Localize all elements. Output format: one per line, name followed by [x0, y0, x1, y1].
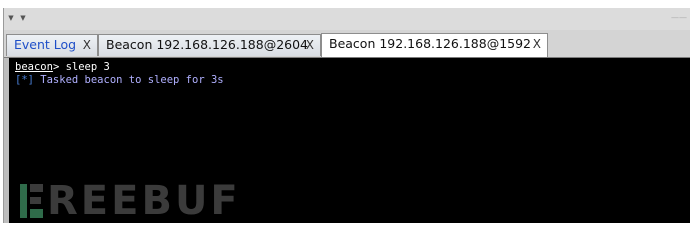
tab-label: Beacon 192.168.126.188@2604	[106, 37, 309, 52]
close-icon[interactable]: X	[533, 34, 541, 54]
watermark-text: REEBUF	[47, 178, 241, 223]
output-line: [*] Tasked beacon to sleep for 3s	[15, 74, 224, 87]
app-root: ▼ ▼ —— Event Log X Beacon 192.168.126.18…	[0, 0, 690, 223]
tab-beacon-2604[interactable]: Beacon 192.168.126.188@2604 X	[98, 34, 321, 56]
command-text: sleep 3	[59, 61, 110, 73]
tab-bar: Event Log X Beacon 192.168.126.188@2604 …	[4, 30, 690, 58]
cobalt-strike-window: ▼ ▼ —— Event Log X Beacon 192.168.126.18…	[3, 8, 690, 223]
output-text: Tasked beacon to sleep for 3s	[33, 74, 224, 86]
close-icon[interactable]: X	[306, 35, 314, 55]
watermark: REEBUF	[17, 176, 238, 223]
close-icon[interactable]: X	[83, 35, 91, 55]
tab-event-log[interactable]: Event Log X	[6, 34, 98, 56]
tab-label: Event Log	[14, 37, 77, 52]
chevron-down-icon[interactable]: ▼	[6, 14, 16, 22]
tab-beacon-1592[interactable]: Beacon 192.168.126.188@1592 X	[321, 33, 548, 57]
info-marker: [*]	[15, 74, 34, 86]
cropped-header	[0, 0, 690, 8]
chevron-down-icon[interactable]: ▼	[18, 14, 28, 22]
window-control-icon[interactable]: ——	[661, 14, 687, 22]
command-line: beacon> sleep 3	[15, 61, 110, 74]
freebuf-logo-icon	[20, 184, 43, 218]
tab-label: Beacon 192.168.126.188@1592	[329, 36, 532, 51]
beacon-console[interactable]: beacon> sleep 3 [*] Tasked beacon to sle…	[9, 58, 690, 223]
toolbar-strip: ▼ ▼ ——	[4, 8, 690, 30]
prompt-name: beacon	[15, 61, 53, 73]
